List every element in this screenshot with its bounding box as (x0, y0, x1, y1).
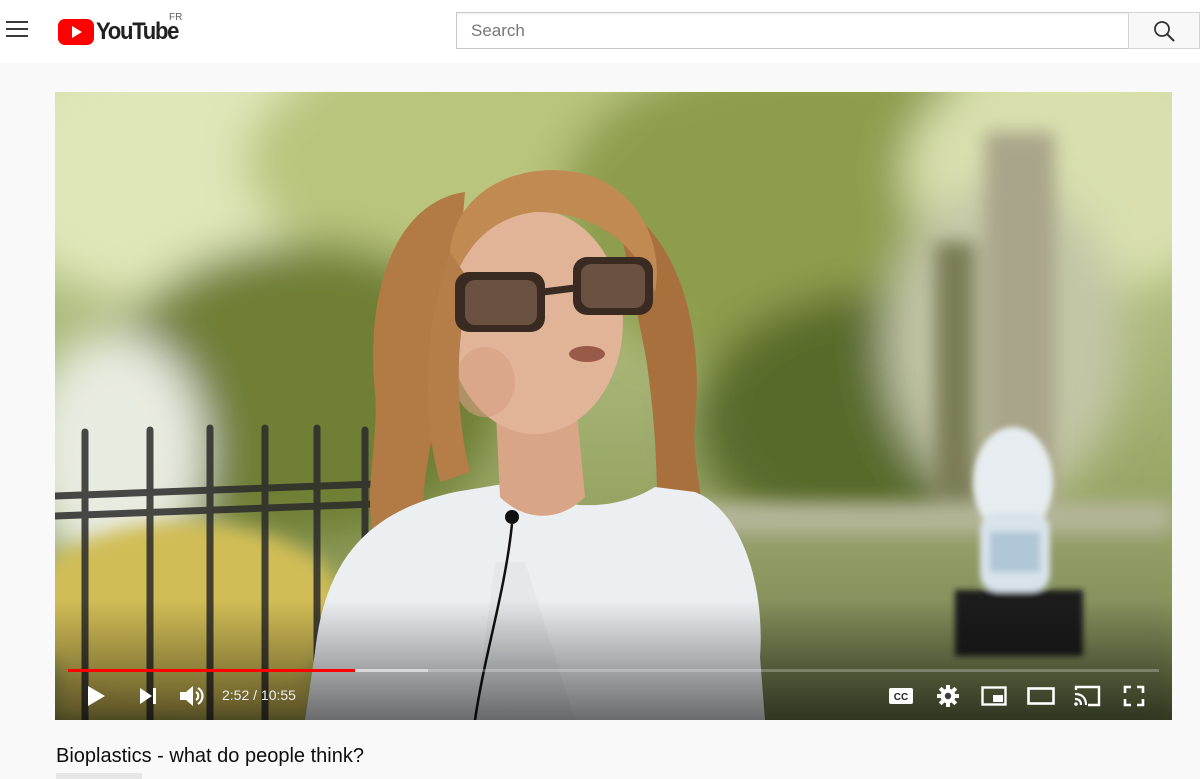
progress-bar[interactable] (68, 669, 1159, 672)
time-total: 10:55 (260, 687, 296, 703)
subtitles-cc-icon: CC (889, 688, 913, 704)
volume-button[interactable] (177, 681, 207, 711)
hamburger-menu-icon[interactable] (6, 21, 28, 39)
time-current: 2:52 (222, 687, 250, 703)
country-code: FR (169, 12, 183, 23)
youtube-play-logo-icon (58, 19, 94, 45)
play-button[interactable] (83, 681, 109, 711)
search-input[interactable] (457, 13, 1129, 48)
video-player[interactable]: 2:52 / 10:55 CC (55, 92, 1172, 720)
masthead: YouTube FR (0, 0, 1200, 63)
progress-played (68, 669, 355, 672)
search-box (456, 12, 1129, 49)
cast-button[interactable] (1071, 681, 1103, 711)
miniplayer-button[interactable] (979, 681, 1009, 711)
miniplayer-icon (981, 686, 1007, 706)
logo-wordmark: YouTube (96, 18, 179, 45)
fullscreen-icon (1123, 685, 1145, 707)
video-meta-placeholder (56, 773, 142, 779)
volume-icon (180, 686, 204, 706)
time-separator: / (249, 687, 261, 703)
play-icon (88, 686, 105, 706)
next-icon (140, 688, 156, 704)
gear-icon (937, 685, 959, 707)
time-display: 2:52 / 10:55 (222, 687, 296, 703)
cast-icon (1074, 685, 1101, 707)
video-title: Bioplastics - what do people think? (56, 745, 364, 767)
settings-button[interactable] (933, 681, 963, 711)
magnifier-icon (1154, 20, 1175, 41)
next-button[interactable] (135, 681, 161, 711)
theater-mode-icon (1027, 687, 1055, 705)
svg-text:CC: CC (894, 692, 908, 703)
youtube-logo[interactable]: YouTube (58, 18, 185, 46)
search-button[interactable] (1128, 12, 1200, 49)
subtitles-button[interactable]: CC (886, 681, 916, 711)
fullscreen-button[interactable] (1119, 681, 1149, 711)
theater-mode-button[interactable] (1025, 681, 1057, 711)
